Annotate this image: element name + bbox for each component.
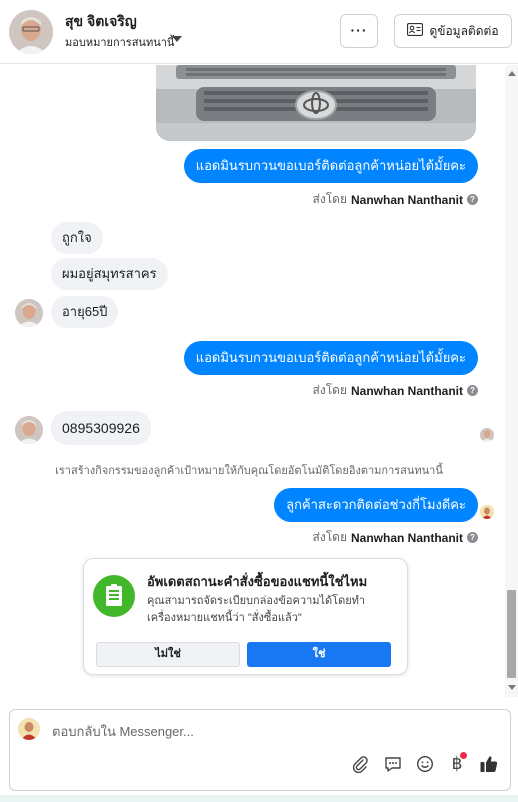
decline-button[interactable]: ไม่ใช่ bbox=[96, 642, 240, 667]
message-thread: แอดมินรบกวนขอเบอร์ติดต่อลูกค้าหน่อยได้มั… bbox=[0, 65, 518, 700]
page-avatar bbox=[18, 718, 40, 740]
contact-avatar[interactable] bbox=[9, 10, 53, 54]
sent-by-label: ส่งโดย Nanwhan Nanthanit ? bbox=[313, 190, 478, 209]
thumbs-up-icon[interactable] bbox=[477, 752, 501, 776]
scrollbar-thumb[interactable] bbox=[507, 590, 516, 678]
scroll-down-arrow-icon[interactable] bbox=[508, 685, 516, 690]
paperclip-icon[interactable] bbox=[348, 752, 372, 776]
incoming-message[interactable]: ถูกใจ bbox=[51, 222, 103, 254]
view-contact-info-label: ดูข้อมูลติดต่อ bbox=[429, 23, 499, 38]
card-title: อัพเดตสถานะคำสั่งซื้อของแชทนี้ใช่ไหม bbox=[147, 574, 368, 589]
conversation-header: สุข จิตเจริญ มอบหมายการสนทนานี้ ··· ดูข้… bbox=[0, 0, 518, 64]
incoming-message[interactable]: 0895309926 bbox=[51, 411, 151, 445]
contact-name: สุข จิตเจริญ bbox=[65, 13, 137, 29]
sent-by-label: ส่งโดย Nanwhan Nanthanit ? bbox=[313, 381, 478, 400]
info-icon[interactable]: ? bbox=[467, 194, 478, 205]
smiley-icon[interactable] bbox=[413, 752, 437, 776]
bottom-strip bbox=[0, 795, 518, 802]
reply-input[interactable] bbox=[52, 724, 472, 739]
scroll-up-arrow-icon[interactable] bbox=[508, 71, 516, 76]
info-icon[interactable]: ? bbox=[467, 532, 478, 543]
view-contact-info-button[interactable]: ดูข้อมูลติดต่อ bbox=[394, 14, 512, 48]
info-icon[interactable]: ? bbox=[467, 385, 478, 396]
scrollbar[interactable] bbox=[505, 65, 518, 697]
chevron-down-icon[interactable] bbox=[172, 36, 182, 42]
card-description: คุณสามารถจัดระเบียบกล่องข้อความได้โดยทำเ… bbox=[147, 595, 366, 624]
order-status-prompt-card: อัพเดตสถานะคำสั่งซื้อของแชทนี้ใช่ไหม คุณ… bbox=[83, 558, 408, 675]
contact-avatar-small[interactable] bbox=[15, 416, 43, 444]
more-options-button[interactable]: ··· bbox=[340, 14, 378, 48]
shared-car-photo[interactable] bbox=[156, 65, 476, 141]
sent-by-label: ส่งโดย Nanwhan Nanthanit ? bbox=[313, 528, 478, 547]
contact-card-icon bbox=[407, 22, 424, 39]
sent-by-prefix: ส่งโดย bbox=[312, 383, 347, 397]
receipt-icon bbox=[93, 575, 135, 617]
assign-conversation-link[interactable]: มอบหมายการสนทนานี้ bbox=[65, 33, 174, 51]
outgoing-message[interactable]: ลูกค้าสะดวกติดต่อช่วงกี่โมงดีคะ bbox=[274, 488, 478, 522]
incoming-message[interactable]: ผมอยู่สมุทรสาคร bbox=[51, 258, 168, 290]
outgoing-message[interactable]: แอดมินรบกวนขอเบอร์ติดต่อลูกค้าหน่อยได้มั… bbox=[183, 149, 478, 183]
contact-avatar-small[interactable] bbox=[15, 299, 43, 327]
reply-composer: ฿ bbox=[9, 709, 511, 791]
notification-dot bbox=[460, 752, 467, 759]
confirm-button[interactable]: ใช่ bbox=[247, 642, 391, 667]
chat-bubble-icon[interactable] bbox=[381, 752, 405, 776]
messenger-conversation: สุข จิตเจริญ มอบหมายการสนทนานี้ ··· ดูข้… bbox=[0, 0, 518, 802]
seen-avatar bbox=[480, 428, 494, 442]
sender-name: Nanwhan Nanthanit bbox=[350, 192, 463, 207]
baht-icon[interactable]: ฿ bbox=[445, 752, 469, 776]
sent-by-prefix: ส่งโดย bbox=[312, 530, 347, 544]
incoming-message[interactable]: อายุ65ปี bbox=[51, 296, 119, 328]
sent-by-prefix: ส่งโดย bbox=[312, 192, 347, 206]
outgoing-message[interactable]: แอดมินรบกวนขอเบอร์ติดต่อลูกค้าหน่อยได้มั… bbox=[183, 341, 478, 375]
seen-avatar bbox=[480, 505, 494, 519]
sender-name: Nanwhan Nanthanit bbox=[350, 383, 463, 398]
auto-activity-notice: เราสร้างกิจกรรมของลูกค้าเป้าหมายให้กับคุ… bbox=[55, 465, 443, 477]
sender-name: Nanwhan Nanthanit bbox=[350, 530, 463, 545]
